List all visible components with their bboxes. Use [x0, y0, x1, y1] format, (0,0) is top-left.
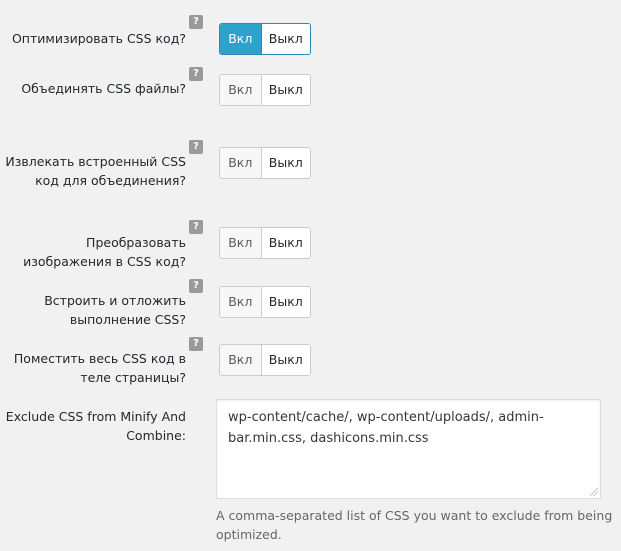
resize-handle-icon[interactable]	[590, 488, 598, 496]
toggle-on-button[interactable]: Вкл	[220, 228, 262, 258]
exclude-css-description: A comma-separated list of CSS you want t…	[216, 508, 613, 542]
toggle-off-button[interactable]: Выкл	[261, 75, 310, 105]
help-icon[interactable]: ?	[189, 15, 203, 29]
toggle-off-button[interactable]: Выкл	[261, 228, 310, 258]
toggle-on-button[interactable]: Вкл	[220, 148, 262, 178]
setting-label-css-body: Поместить весь CSS код в теле страницы?	[13, 351, 186, 385]
help-icon[interactable]: ?	[189, 337, 203, 351]
setting-label-inline-css: Извлекать встроенный CSS код для объедин…	[5, 154, 186, 188]
toggle-on-button[interactable]: Вкл	[220, 75, 262, 105]
exclude-css-textarea[interactable]: wp-content/cache/, wp-content/uploads/, …	[216, 399, 601, 499]
setting-label-combine-css: Объединять CSS файлы?	[21, 81, 186, 96]
toggle-on-button[interactable]: Вкл	[220, 24, 262, 54]
toggle-off-button[interactable]: Выкл	[261, 24, 310, 54]
toggle-inline-css: Вкл Выкл	[219, 147, 311, 179]
toggle-off-button[interactable]: Выкл	[261, 287, 310, 317]
toggle-off-button[interactable]: Выкл	[261, 148, 310, 178]
help-icon[interactable]: ?	[189, 67, 203, 81]
setting-label-optimize-css: Оптимизировать CSS код?	[11, 31, 186, 46]
toggle-css-body: Вкл Выкл	[219, 344, 311, 376]
toggle-on-button[interactable]: Вкл	[220, 345, 262, 375]
toggle-off-button[interactable]: Выкл	[261, 345, 310, 375]
setting-label-images-css: Преобразовать изображения в CSS код?	[23, 235, 186, 269]
toggle-images-css: Вкл Выкл	[219, 227, 311, 259]
exclude-css-label: Exclude CSS from Minify And Combine:	[5, 409, 186, 443]
setting-label-defer-css: Встроить и отложить выполнение CSS?	[44, 293, 186, 327]
toggle-combine-css: Вкл Выкл	[219, 74, 311, 106]
toggle-defer-css: Вкл Выкл	[219, 286, 311, 318]
help-icon[interactable]: ?	[189, 220, 203, 234]
help-icon[interactable]: ?	[189, 140, 203, 154]
exclude-css-value: wp-content/cache/, wp-content/uploads/, …	[228, 410, 544, 446]
toggle-on-button[interactable]: Вкл	[220, 287, 262, 317]
toggle-optimize-css: Вкл Выкл	[219, 23, 311, 55]
help-icon[interactable]: ?	[189, 279, 203, 293]
